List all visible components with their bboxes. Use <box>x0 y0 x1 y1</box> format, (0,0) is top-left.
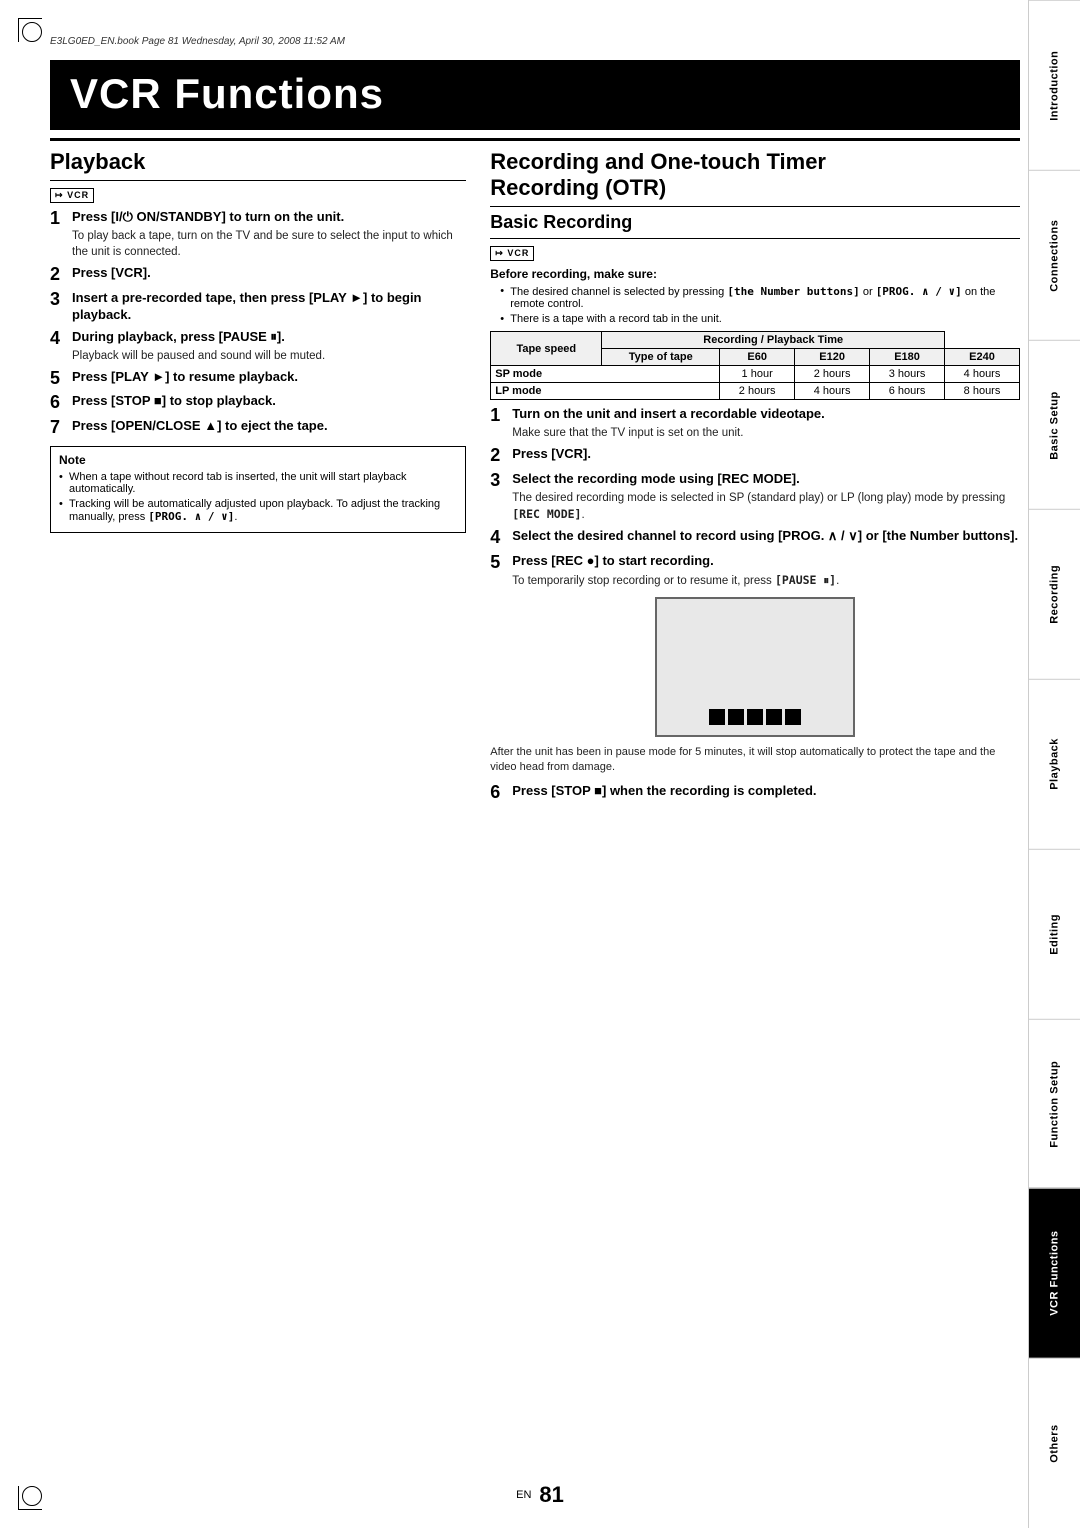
playback-heading: Playback <box>50 149 466 175</box>
rec-step-1-title: Turn on the unit and insert a recordable… <box>512 406 1020 423</box>
table-lp-e240: 8 hours <box>945 383 1020 400</box>
screen-sq-3 <box>747 709 763 725</box>
rec-step-5-body: To temporarily stop recording or to resu… <box>512 572 1020 589</box>
basic-recording-heading: Basic Recording <box>490 212 1020 233</box>
sidebar-tab-introduction[interactable]: Introduction <box>1029 0 1080 170</box>
table-row-sp-label: SP mode <box>491 366 720 383</box>
recording-heading: Recording and One-touch TimerRecording (… <box>490 149 1020 201</box>
circle-mark-bl <box>22 1486 42 1506</box>
rec-step-2-title: Press [VCR]. <box>512 446 1020 463</box>
before-rec-list: The desired channel is selected by press… <box>490 285 1020 325</box>
table-sp-e60: 1 hour <box>720 366 795 383</box>
sidebar-tab-playback[interactable]: Playback <box>1029 679 1080 849</box>
screen-squares <box>709 709 801 725</box>
vcr-icon-arrow: ↦ <box>55 190 64 200</box>
screen-display <box>655 597 855 737</box>
table-sp-e120: 2 hours <box>795 366 870 383</box>
en-label: EN <box>516 1489 531 1501</box>
rec-step-4: 4 Select the desired channel to record u… <box>490 528 1020 548</box>
note-item-2: Tracking will be automatically adjusted … <box>59 498 457 523</box>
step-1-title: Press [I/⏻ ON/STANDBY] to turn on the un… <box>72 209 466 226</box>
rec-step-1-body: Make sure that the TV input is set on th… <box>512 425 1020 441</box>
rec-step-3-title: Select the recording mode using [REC MOD… <box>512 471 1020 488</box>
sidebar-tab-recording[interactable]: Recording <box>1029 509 1080 679</box>
table-lp-e60: 2 hours <box>720 383 795 400</box>
note-box: Note When a tape without record tab is i… <box>50 446 466 533</box>
recording-rule <box>490 206 1020 207</box>
screen-sq-4 <box>766 709 782 725</box>
rec-step-1: 1 Turn on the unit and insert a recordab… <box>490 406 1020 441</box>
step-3: 3 Insert a pre-recorded tape, then press… <box>50 290 466 324</box>
table-subheader-e180: E180 <box>870 349 945 366</box>
screen-caption: After the unit has been in pause mode fo… <box>490 745 1020 776</box>
before-rec-label: Before recording, make sure: <box>490 267 1020 281</box>
step-4: 4 During playback, press [PAUSE ⏸]. Play… <box>50 329 466 364</box>
table-subheader-e60: E60 <box>720 349 795 366</box>
main-content: VCR Functions Playback ↦ VCR 1 Press [I/… <box>50 60 1020 1478</box>
screen-sq-5 <box>785 709 801 725</box>
rec-step-6: 6 Press [STOP ■] when the recording is c… <box>490 783 1020 803</box>
file-info: E3LG0ED_EN.book Page 81 Wednesday, April… <box>50 36 1020 47</box>
step-7-title: Press [OPEN/CLOSE ▲] to eject the tape. <box>72 418 466 435</box>
step-6-title: Press [STOP ■] to stop playback. <box>72 393 466 410</box>
table-sp-e240: 4 hours <box>945 366 1020 383</box>
table-lp-e180: 6 hours <box>870 383 945 400</box>
table-sp-e180: 3 hours <box>870 366 945 383</box>
step-1: 1 Press [I/⏻ ON/STANDBY] to turn on the … <box>50 209 466 260</box>
recording-section: Recording and One-touch TimerRecording (… <box>490 149 1020 808</box>
screen-sq-2 <box>728 709 744 725</box>
table-header-recording-time: Recording / Playback Time <box>602 332 945 349</box>
rec-step-3: 3 Select the recording mode using [REC M… <box>490 471 1020 523</box>
page-number-bar: EN 81 <box>516 1482 564 1508</box>
sidebar-tab-basic-setup[interactable]: Basic Setup <box>1029 340 1080 510</box>
step-7: 7 Press [OPEN/CLOSE ▲] to eject the tape… <box>50 418 466 438</box>
step-1-body: To play back a tape, turn on the TV and … <box>72 228 466 260</box>
rec-step-2: 2 Press [VCR]. <box>490 446 1020 466</box>
vcr-icon-left: ↦ VCR <box>50 188 94 203</box>
table-subheader-type: Type of tape <box>602 349 720 366</box>
screen-sq-1 <box>709 709 725 725</box>
vcr-icon-right: ↦ VCR <box>490 246 534 261</box>
step-3-title: Insert a pre-recorded tape, then press [… <box>72 290 466 324</box>
page-title: VCR Functions <box>50 60 1020 130</box>
step-5-title: Press [PLAY ►] to resume playback. <box>72 369 466 386</box>
rec-step-3-body: The desired recording mode is selected i… <box>512 490 1020 523</box>
sidebar-tab-connections[interactable]: Connections <box>1029 170 1080 340</box>
playback-rule <box>50 180 466 181</box>
vcr-icon-arrow-right: ↦ <box>495 248 504 258</box>
sidebar-tab-editing[interactable]: Editing <box>1029 849 1080 1019</box>
two-col-layout: Playback ↦ VCR 1 Press [I/⏻ ON/STANDBY] … <box>50 149 1020 808</box>
step-2-title: Press [VCR]. <box>72 265 466 282</box>
step-4-body: Playback will be paused and sound will b… <box>72 348 466 364</box>
right-sidebar: Introduction Connections Basic Setup Rec… <box>1028 0 1080 1528</box>
note-item-1: When a tape without record tab is insert… <box>59 471 457 495</box>
step-4-title: During playback, press [PAUSE ⏸]. <box>72 329 466 346</box>
page-num: 81 <box>539 1482 563 1508</box>
rec-step-5-title: Press [REC ●] to start recording. <box>512 553 1020 570</box>
before-rec-item-1: The desired channel is selected by press… <box>500 285 1020 310</box>
table-header-tape-speed: Tape speed <box>491 332 602 366</box>
table-lp-e120: 4 hours <box>795 383 870 400</box>
sidebar-tab-vcr-functions[interactable]: VCR Functions <box>1029 1188 1080 1358</box>
sidebar-tab-others[interactable]: Others <box>1029 1358 1080 1528</box>
basic-rec-rule <box>490 238 1020 239</box>
table-row-lp-label: LP mode <box>491 383 720 400</box>
circle-mark-tl <box>22 22 42 42</box>
step-2: 2 Press [VCR]. <box>50 265 466 285</box>
step-5: 5 Press [PLAY ►] to resume playback. <box>50 369 466 389</box>
sidebar-tab-function-setup[interactable]: Function Setup <box>1029 1019 1080 1189</box>
before-rec-item-2: There is a tape with a record tab in the… <box>500 313 1020 325</box>
rec-step-5: 5 Press [REC ●] to start recording. To t… <box>490 553 1020 589</box>
note-label: Note <box>59 453 457 467</box>
step-6: 6 Press [STOP ■] to stop playback. <box>50 393 466 413</box>
rec-step-6-title: Press [STOP ■] when the recording is com… <box>512 783 1020 800</box>
playback-section: Playback ↦ VCR 1 Press [I/⏻ ON/STANDBY] … <box>50 149 466 808</box>
title-rule <box>50 138 1020 141</box>
table-subheader-e240: E240 <box>945 349 1020 366</box>
table-subheader-e120: E120 <box>795 349 870 366</box>
rec-step-4-title: Select the desired channel to record usi… <box>512 528 1020 545</box>
recording-table: Tape speed Recording / Playback Time Typ… <box>490 331 1020 400</box>
